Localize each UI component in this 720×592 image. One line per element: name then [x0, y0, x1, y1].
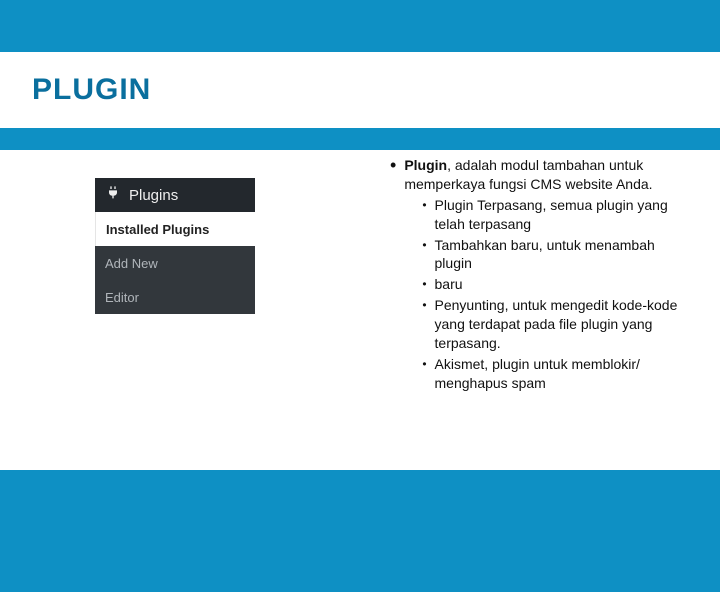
wp-menu-panel: Plugins Installed Plugins Add New Editor [95, 178, 255, 314]
wp-menu-addnew-label: Add New [105, 256, 158, 271]
wp-menu-editor: Editor [95, 280, 255, 314]
wp-menu-header: Plugins [95, 178, 255, 212]
bullet-dot-icon: • [422, 196, 426, 234]
bullet-dot-icon: • [422, 355, 426, 393]
main-bullet: • Plugin, adalah modul tambahan untuk me… [390, 156, 700, 395]
left-column: Plugins Installed Plugins Add New Editor [0, 150, 390, 470]
list-item: • Tambahkan baru, untuk menambah plugin [422, 236, 694, 274]
wp-menu-header-label: Plugins [129, 187, 178, 204]
list-item-text: Penyunting, untuk mengedit kode-kode yan… [435, 296, 695, 353]
wp-menu-installed: Installed Plugins [95, 212, 255, 246]
right-column: • Plugin, adalah modul tambahan untuk me… [390, 150, 720, 470]
lead-text: Plugin, adalah modul tambahan untuk memp… [404, 156, 694, 395]
list-item: • Plugin Terpasang, semua plugin yang te… [422, 196, 694, 234]
sub-list: • Plugin Terpasang, semua plugin yang te… [422, 196, 694, 393]
bullet-dot-icon: • [422, 275, 426, 294]
list-item-text: baru [435, 275, 463, 294]
list-item-text: Akismet, plugin untuk memblokir/ menghap… [435, 355, 695, 393]
bullet-dot-icon: • [390, 156, 396, 395]
wp-menu-installed-label: Installed Plugins [106, 222, 209, 237]
bullet-dot-icon: • [422, 296, 426, 353]
wp-menu-addnew: Add New [95, 246, 255, 280]
list-item: • Penyunting, untuk mengedit kode-kode y… [422, 296, 694, 353]
plug-icon [105, 185, 121, 205]
lead-bold: Plugin [404, 157, 447, 173]
content-band: Plugins Installed Plugins Add New Editor… [0, 150, 720, 470]
list-item: • Akismet, plugin untuk memblokir/ mengh… [422, 355, 694, 393]
list-item: • baru [422, 275, 694, 294]
wp-menu-editor-label: Editor [105, 290, 139, 305]
list-item-text: Plugin Terpasang, semua plugin yang tela… [435, 196, 695, 234]
list-item-text: Tambahkan baru, untuk menambah plugin [435, 236, 695, 274]
page-title: PLUGIN [32, 73, 151, 107]
bullet-dot-icon: • [422, 236, 426, 274]
title-band: PLUGIN [0, 52, 720, 128]
